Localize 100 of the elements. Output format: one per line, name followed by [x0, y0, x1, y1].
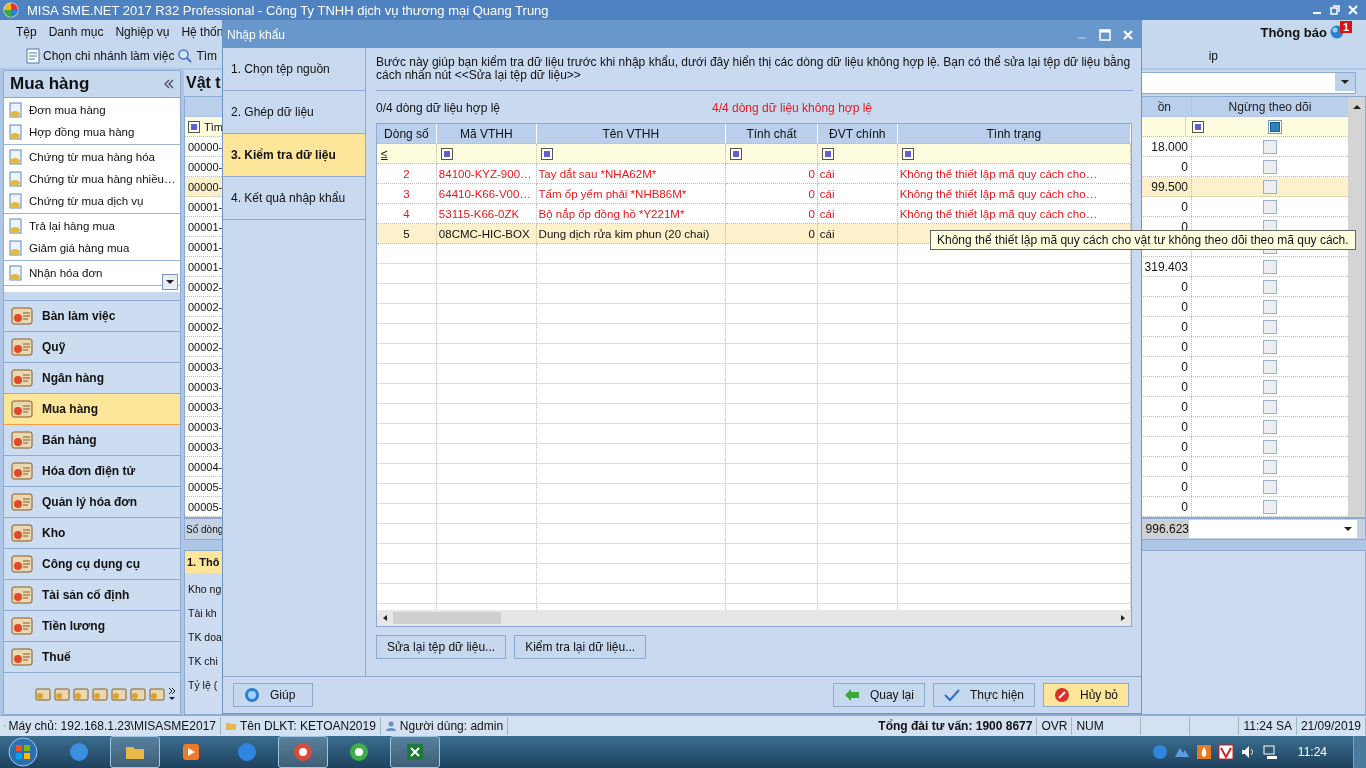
filter-icon[interactable]	[901, 147, 914, 160]
shortcut-icon[interactable]	[130, 685, 146, 702]
checkbox[interactable]	[1263, 299, 1277, 314]
checkbox[interactable]	[1263, 279, 1277, 294]
sidebar-item[interactable]: Nhận hóa đơn	[4, 262, 180, 284]
close-icon[interactable]	[1123, 29, 1133, 40]
shortcut-icon[interactable]	[35, 685, 51, 702]
column-header[interactable]: ĐVT chính	[817, 124, 898, 144]
menu-item[interactable]: Nghiệp vụ	[115, 25, 170, 39]
speaker-icon[interactable]	[1239, 744, 1256, 760]
back-button[interactable]: Quay lại	[832, 683, 925, 707]
maximize-icon[interactable]	[1099, 28, 1111, 41]
start-button[interactable]	[8, 737, 38, 767]
menu-item[interactable]: ip	[1208, 49, 1218, 63]
menu-item[interactable]: Tệp	[16, 25, 37, 39]
cancel-button[interactable]: Hủy bỏ	[1043, 683, 1129, 707]
card-icon	[10, 491, 34, 513]
sidebar-item[interactable]: Giảm giá hàng mua	[4, 237, 180, 259]
document-icon	[9, 265, 23, 281]
column-header[interactable]: Tên VTHH	[536, 124, 727, 144]
network-icon[interactable]	[1261, 744, 1278, 760]
column-header[interactable]: Ngừng theo dõi	[1192, 99, 1348, 114]
dropdown-icon[interactable]	[1335, 73, 1355, 91]
close-icon[interactable]	[1348, 5, 1358, 15]
help-button[interactable]: Giúp	[233, 683, 313, 707]
shortcut-icon[interactable]	[111, 685, 127, 702]
table-cell-text: 00001-	[187, 220, 224, 233]
shortcut-icon[interactable]	[54, 685, 70, 702]
filter-icon[interactable]	[188, 120, 200, 133]
notification-label[interactable]: Thông báo	[1260, 24, 1327, 40]
wizard-step[interactable]: 3. Kiểm tra dữ liệu	[223, 134, 365, 177]
checkbox[interactable]	[1263, 379, 1277, 394]
checkmark-tray-icon[interactable]	[1217, 744, 1234, 760]
column-header[interactable]: ồn	[1157, 99, 1171, 114]
checkbox[interactable]	[1263, 199, 1277, 214]
run-button[interactable]: Thực hiện	[932, 683, 1035, 707]
panel-tab[interactable]: 1. Thô	[185, 551, 225, 573]
scroll-right-icon[interactable]	[1119, 614, 1127, 622]
scroll-up-icon[interactable]	[1351, 103, 1362, 111]
checkbox[interactable]	[1263, 259, 1277, 274]
taskbar-button[interactable]	[390, 736, 440, 768]
action-button[interactable]: Sửa lại tệp dữ liệu...	[376, 635, 507, 659]
restore-icon[interactable]	[1330, 5, 1340, 15]
module-item[interactable]: Mua hàng	[4, 394, 180, 425]
filter-icon[interactable]	[821, 147, 834, 160]
checkbox[interactable]	[1263, 139, 1277, 154]
table-cell: 0	[1181, 359, 1188, 374]
column-header[interactable]: Tình trạng	[897, 124, 1131, 144]
shortcut-icon[interactable]	[73, 685, 89, 702]
filter-icon[interactable]	[540, 147, 553, 160]
collapse-icon[interactable]	[164, 79, 174, 89]
flame-tray-icon[interactable]	[1195, 744, 1212, 760]
scroll-left-icon[interactable]	[381, 614, 389, 622]
shortcut-icon[interactable]	[92, 685, 108, 702]
checkbox[interactable]	[1263, 479, 1277, 494]
menu-item[interactable]: Danh mục	[48, 25, 104, 39]
checkbox[interactable]	[1263, 159, 1277, 174]
server-status: Máy chủ: 192.168.1.23\MISASME2017	[8, 719, 216, 733]
document-icon[interactable]	[26, 48, 40, 64]
table-cell: 0	[1181, 499, 1188, 514]
column-header[interactable]: Dòng số	[377, 124, 437, 144]
checkbox[interactable]	[1263, 459, 1277, 474]
horizontal-scrollbar[interactable]	[377, 610, 1131, 626]
filter-icon[interactable]	[730, 147, 743, 160]
filter-icon[interactable]	[440, 147, 453, 160]
sidebar-item[interactable]: Chứng từ mua dịch vụ	[4, 190, 180, 212]
checkbox[interactable]	[1263, 499, 1277, 514]
column-header[interactable]: Mã VTHH	[436, 124, 537, 144]
action-button[interactable]: Kiểm tra lại dữ liệu...	[514, 635, 647, 659]
chat-tray-icon[interactable]	[1151, 744, 1168, 760]
branch-button[interactable]: Chọn chi nhánh làm việc	[43, 49, 175, 63]
taskbar-clock[interactable]: 11:24	[1297, 745, 1327, 759]
chevron-icon[interactable]	[168, 686, 176, 701]
filter-operator[interactable]: ≤	[381, 146, 388, 161]
table-cell: 0	[1181, 459, 1188, 474]
checkbox[interactable]	[1263, 319, 1277, 334]
taskbar-button[interactable]	[278, 736, 328, 768]
checkbox[interactable]	[1263, 419, 1277, 434]
show-desktop-button[interactable]	[1353, 736, 1366, 768]
filter-icon[interactable]	[1192, 120, 1204, 133]
sidebar-item[interactable]: Chứng từ mua hàng nhiều…	[4, 168, 180, 190]
checkbox[interactable]	[1263, 439, 1277, 454]
sidebar-item[interactable]: Hợp đồng mua hàng	[4, 121, 180, 143]
sidebar-item[interactable]: Đơn mua hàng	[4, 99, 180, 121]
checkbox[interactable]	[1263, 179, 1277, 194]
search-icon[interactable]	[177, 48, 194, 64]
sidebar-item[interactable]: Trả lại hàng mua	[4, 215, 180, 237]
vertical-scrollbar[interactable]	[1348, 97, 1365, 517]
sidebar-item[interactable]: Chứng từ mua hàng hóa	[4, 146, 180, 168]
checkbox-icon[interactable]	[1268, 119, 1282, 134]
ring-icon	[348, 741, 370, 763]
dropdown-icon[interactable]	[162, 274, 178, 290]
search-button[interactable]: Tìm	[196, 49, 218, 63]
checkbox[interactable]	[1263, 359, 1277, 374]
splitter-handle[interactable]	[4, 292, 180, 301]
help-icon	[244, 687, 260, 703]
checkbox[interactable]	[1263, 399, 1277, 414]
document-icon	[9, 240, 23, 256]
checkbox[interactable]	[1263, 339, 1277, 354]
column-header[interactable]: Tính chất	[726, 124, 818, 144]
